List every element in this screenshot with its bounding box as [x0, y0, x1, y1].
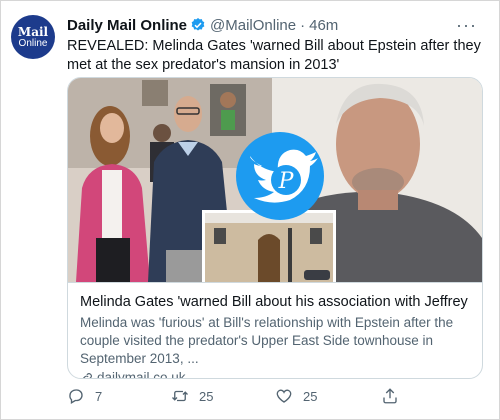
- woman-shirt: [102, 170, 122, 240]
- link-preview-card[interactable]: P Melinda Gates 'warned Bill about his a…: [67, 77, 483, 379]
- retweet-button[interactable]: 25: [171, 387, 213, 405]
- tweet-header: Daily Mail Online @MailOnline · 46m: [67, 15, 338, 35]
- like-count: 25: [303, 388, 318, 404]
- inset-window-1: [214, 228, 226, 244]
- portrait-neck: [358, 190, 398, 210]
- share-icon: [383, 388, 397, 404]
- framed-photo-figure: [221, 110, 235, 130]
- like-button[interactable]: 25: [275, 387, 317, 405]
- woman-pants: [96, 238, 130, 282]
- reply-count: 7: [95, 388, 103, 404]
- account-handle[interactable]: @MailOnline: [210, 17, 296, 34]
- woman-face: [100, 113, 124, 143]
- inset-window-2: [310, 228, 322, 244]
- framed-photo-1: [142, 80, 168, 106]
- framed-photo-face: [220, 92, 236, 108]
- avatar-text-line2: Online: [18, 37, 48, 49]
- retweet-icon: [172, 390, 188, 402]
- verified-badge-icon: [191, 18, 205, 31]
- card-domain-text: dailymail.co.uk: [97, 370, 186, 379]
- tweet-timestamp[interactable]: 46m: [309, 17, 338, 34]
- inset-tree: [288, 228, 292, 282]
- card-image: P: [68, 78, 482, 282]
- card-domain: dailymail.co.uk: [80, 370, 470, 379]
- tweet-frame: Mail Online Daily Mail Online @MailOnlin…: [0, 0, 500, 420]
- display-name[interactable]: Daily Mail Online: [67, 17, 187, 34]
- card-description: Melinda was 'furious' at Bill's relation…: [80, 315, 454, 366]
- more-options-icon[interactable]: ···: [456, 15, 477, 36]
- reply-button[interactable]: 7: [67, 387, 102, 405]
- watermark-letter: P: [278, 169, 295, 194]
- heart-icon: [276, 389, 292, 403]
- card-text-area: Melinda Gates 'warned Bill about his ass…: [68, 282, 482, 379]
- tweet-text: REVEALED: Melinda Gates 'warned Bill abo…: [67, 38, 481, 73]
- inset-door: [258, 234, 280, 282]
- background-person-head: [153, 124, 171, 142]
- separator-dot: ·: [300, 16, 306, 34]
- avatar-text-line1: Mail: [17, 24, 49, 39]
- tweet-actions: 7 25 25: [67, 387, 481, 409]
- inset-car: [304, 270, 330, 280]
- link-icon: [82, 372, 92, 378]
- retweet-count: 25: [199, 388, 214, 404]
- avatar[interactable]: Mail Online: [11, 15, 55, 59]
- reply-icon: [69, 389, 83, 404]
- share-button[interactable]: [381, 387, 409, 405]
- card-title: Melinda Gates 'warned Bill about his ass…: [80, 294, 470, 310]
